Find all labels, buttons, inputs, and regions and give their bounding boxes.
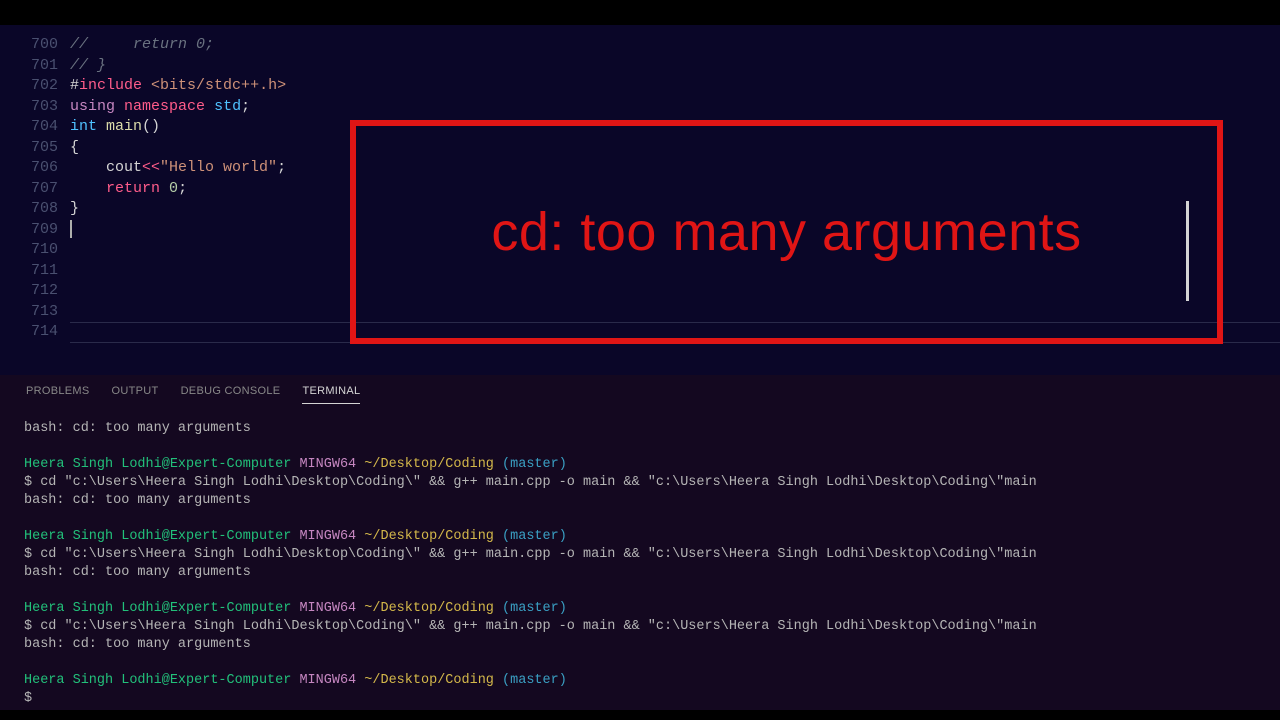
line-number: 712 <box>0 281 58 302</box>
line-number: 702 <box>0 76 58 97</box>
line-number: 707 <box>0 179 58 200</box>
terminal-command: $ cd "c:\Users\Heera Singh Lodhi\Desktop… <box>24 618 1256 636</box>
terminal-error: bash: cd: too many arguments <box>24 420 1256 438</box>
code-line[interactable]: using namespace std; <box>70 97 1280 118</box>
terminal-command: $ cd "c:\Users\Heera Singh Lodhi\Desktop… <box>24 474 1256 492</box>
panel-tabs: PROBLEMS OUTPUT DEBUG CONSOLE TERMINAL <box>0 375 1280 412</box>
terminal-prompt: Heera Singh Lodhi@Expert-Computer MINGW6… <box>24 672 1256 690</box>
tab-output[interactable]: OUTPUT <box>112 385 159 404</box>
line-number: 703 <box>0 97 58 118</box>
line-number: 709 <box>0 220 58 241</box>
terminal-command: $ cd "c:\Users\Heera Singh Lodhi\Desktop… <box>24 546 1256 564</box>
tab-debug[interactable]: DEBUG CONSOLE <box>181 385 281 404</box>
line-number: 713 <box>0 302 58 323</box>
line-number: 705 <box>0 138 58 159</box>
terminal-prompt: Heera Singh Lodhi@Expert-Computer MINGW6… <box>24 600 1256 618</box>
line-number: 706 <box>0 158 58 179</box>
line-number: 700 <box>0 35 58 56</box>
terminal-output[interactable]: bash: cd: too many arguments Heera Singh … <box>0 412 1280 716</box>
bottom-panel: PROBLEMS OUTPUT DEBUG CONSOLE TERMINAL bash… <box>0 375 1280 710</box>
line-number: 704 <box>0 117 58 138</box>
line-number: 708 <box>0 199 58 220</box>
editor-cursor <box>70 220 72 238</box>
terminal-prompt: Heera Singh Lodhi@Expert-Computer MINGW6… <box>24 528 1256 546</box>
terminal-error: bash: cd: too many arguments <box>24 492 1256 510</box>
line-number: 714 <box>0 322 58 343</box>
annotation-overlay: cd: too many arguments <box>350 120 1223 344</box>
line-number: 711 <box>0 261 58 282</box>
code-line[interactable]: // } <box>70 56 1280 77</box>
terminal-prompt: Heera Singh Lodhi@Expert-Computer MINGW6… <box>24 456 1256 474</box>
line-number: 701 <box>0 56 58 77</box>
annotation-text: cd: too many arguments <box>491 201 1081 263</box>
line-number: 710 <box>0 240 58 261</box>
tab-terminal[interactable]: TERMINAL <box>302 385 360 404</box>
line-number-gutter: 7007017027037047057067077087097107117127… <box>0 25 70 375</box>
code-line[interactable]: // return 0; <box>70 35 1280 56</box>
terminal-error: bash: cd: too many arguments <box>24 564 1256 582</box>
code-line[interactable]: #include <bits/stdc++.h> <box>70 76 1280 97</box>
terminal-error: bash: cd: too many arguments <box>24 636 1256 654</box>
tab-problems[interactable]: PROBLEMS <box>26 385 90 404</box>
terminal-command: $ <box>24 690 1256 708</box>
annotation-cursor <box>1186 201 1189 301</box>
